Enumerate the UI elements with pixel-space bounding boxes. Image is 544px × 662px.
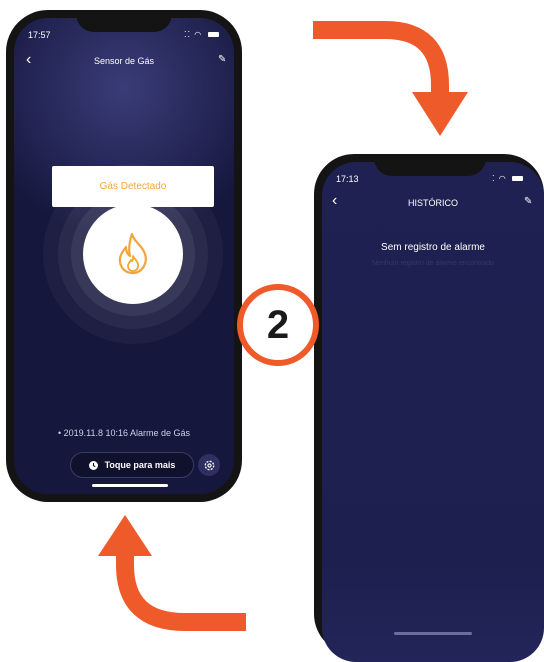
clock-icon (88, 460, 98, 470)
settings-gear-icon (204, 460, 214, 470)
phone-notch (76, 10, 172, 32)
status-time: 17:13 (336, 174, 359, 184)
empty-state-subtitle: Nenhum registro de alarme encontrado (372, 260, 494, 267)
empty-state-title: Sem registro de alarme (381, 242, 485, 253)
phone-notch (374, 154, 486, 176)
flame-icon (118, 232, 147, 275)
settings-button[interactable] (198, 454, 220, 476)
page-title: HISTÓRICO (407, 198, 458, 208)
touch-for-more-button[interactable]: Toque para mais (70, 452, 194, 478)
flame-circle (83, 204, 183, 304)
status-time: 17:57 (28, 30, 51, 40)
history-screen: 17:13 ⁚ ◠ ‹ HISTÓRICO ✎ Sem registro de … (322, 162, 544, 662)
touch-for-more-label: Toque para mais (104, 460, 176, 470)
edit-pencil-icon[interactable]: ✎ (218, 54, 226, 65)
edit-pencil-icon[interactable]: ✎ (524, 196, 532, 207)
phone-history: 17:13 ⁚ ◠ ‹ HISTÓRICO ✎ Sem registro de … (314, 154, 544, 662)
gas-detected-tooltip: Gás Detectado (52, 166, 214, 207)
page-title: Sensor de Gás (93, 56, 155, 66)
status-icons: ⁚ ◠ (492, 174, 523, 183)
home-indicator[interactable] (92, 484, 168, 487)
step-number-badge: 2 (237, 284, 319, 366)
gas-sensor-screen: 17:57 ⁚⁚ ◠ ‹ Sensor de Gás ✎ Gás Detecta… (14, 18, 234, 494)
phone-gas-sensor: 17:57 ⁚⁚ ◠ ‹ Sensor de Gás ✎ Gás Detecta… (6, 10, 242, 502)
alarm-log-text: 2019.11.8 10:16 Alarme de Gás (63, 428, 191, 438)
alarm-log-entry: • 2019.11.8 10:16 Alarme de Gás (57, 428, 191, 438)
status-icons: ⁚⁚ ◠ (184, 30, 219, 39)
tooltip-tail (121, 206, 135, 213)
home-indicator[interactable] (394, 632, 472, 635)
